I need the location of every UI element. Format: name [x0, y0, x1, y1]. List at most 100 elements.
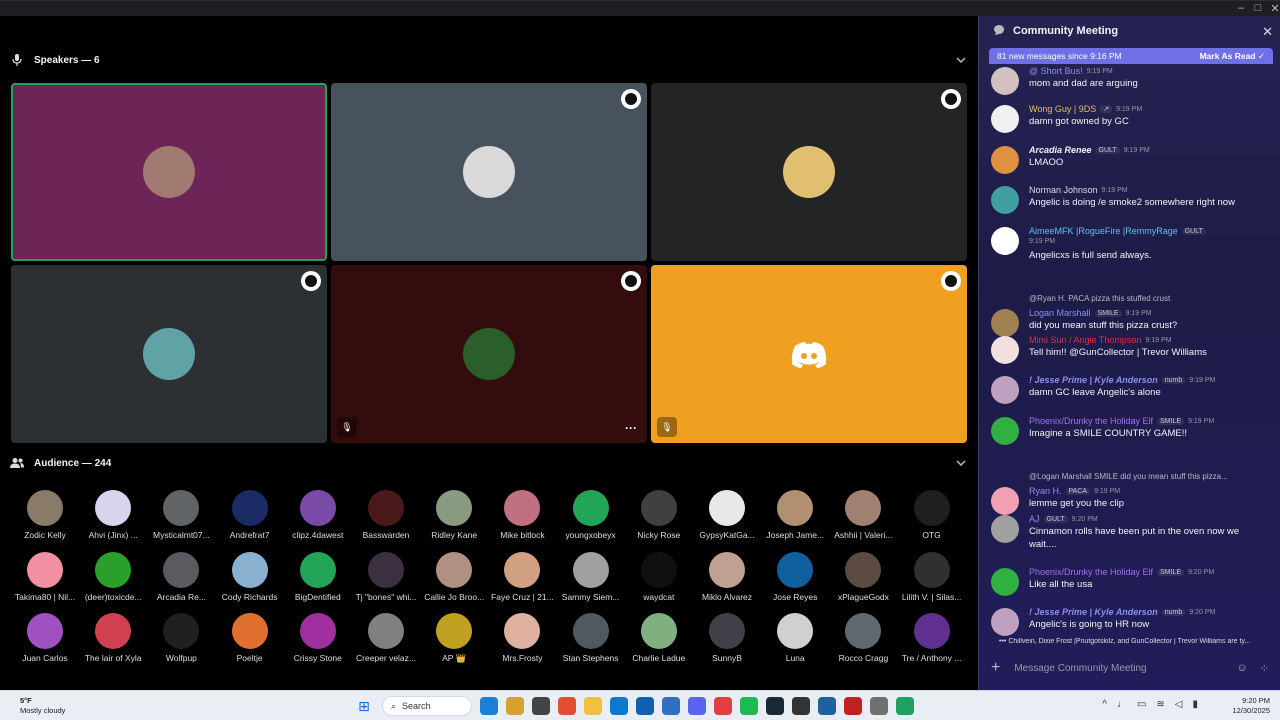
reply-reference[interactable]: @Logan Marshall SMILE did you mean stuff…: [1029, 472, 1228, 481]
taskbar-app-icon[interactable]: [688, 697, 706, 715]
audience-member[interactable]: Faye Cruz | 21...: [488, 551, 556, 602]
audience-header[interactable]: Audience — 244: [10, 453, 111, 473]
taskbar-app-icon[interactable]: [506, 697, 524, 715]
author-name[interactable]: Mimi Sun / Angie Thompson: [1029, 335, 1141, 345]
avatar[interactable]: [991, 309, 1019, 337]
add-attachment-icon[interactable]: +: [991, 659, 1000, 677]
audience-member[interactable]: BigDentified: [284, 551, 352, 602]
chevron-down-icon[interactable]: [954, 53, 968, 67]
audience-member[interactable]: Zodic Kelly: [11, 490, 79, 540]
message-composer[interactable]: + Message Community Meeting ☺ ⁘: [991, 656, 1269, 680]
audience-member[interactable]: Cody Richards: [216, 551, 284, 602]
audience-member[interactable]: Mysticalmt07...: [147, 490, 215, 540]
audience-member[interactable]: Callie Jo Broo...: [420, 551, 488, 602]
taskbar-app-icon[interactable]: [714, 697, 732, 715]
audience-member[interactable]: The lair of Xyla: [79, 613, 147, 663]
speaker-tile[interactable]: [331, 83, 647, 261]
speaker-tile[interactable]: [11, 265, 327, 443]
author-name[interactable]: ! Jesse Prime | Kyle Anderson: [1029, 375, 1158, 385]
audience-member[interactable]: Ahvi (Jinx) ...: [79, 490, 147, 540]
taskbar-search[interactable]: ⌕ Search: [382, 696, 472, 716]
wifi-icon[interactable]: ≋: [1156, 699, 1164, 710]
audience-member[interactable]: Creeper velaz...: [352, 613, 420, 663]
audience-member[interactable]: Takima80 | Nil...: [11, 551, 79, 602]
taskbar-app-icon[interactable]: [870, 697, 888, 715]
audience-member[interactable]: Miklo Alvarez: [693, 551, 761, 602]
speakers-header[interactable]: Speakers — 6: [10, 50, 100, 70]
author-name[interactable]: AJ: [1029, 514, 1040, 524]
speaker-tile[interactable]: [651, 83, 967, 261]
audience-member[interactable]: Sammy Siem...: [557, 551, 625, 602]
avatar[interactable]: [991, 336, 1019, 364]
taskbar-app-icon[interactable]: [636, 697, 654, 715]
weather-widget[interactable]: 5°F Mostly cloudy: [20, 696, 65, 716]
audience-member[interactable]: Tj "bones" whi...: [352, 551, 420, 602]
more-options-icon[interactable]: ···: [625, 421, 637, 435]
volume-icon[interactable]: ◁: [1175, 699, 1183, 710]
audience-member[interactable]: xPlagueGodx: [829, 551, 897, 602]
author-name[interactable]: Phoenix/Drunky the Holiday Elf: [1029, 416, 1153, 426]
audience-member[interactable]: Nicky Rose: [625, 490, 693, 540]
close-icon[interactable]: ✕: [1262, 24, 1273, 40]
taskbar-app-icon[interactable]: [792, 697, 810, 715]
audience-member[interactable]: clipz.4dawest: [284, 490, 352, 540]
audience-member[interactable]: Mike bitlock: [488, 490, 556, 540]
audience-member[interactable]: Tre / Anthony ...: [898, 613, 966, 663]
taskbar-app-icon[interactable]: [558, 697, 576, 715]
audience-member[interactable]: Andrefrat7: [216, 490, 284, 540]
taskbar-app-icon[interactable]: [766, 697, 784, 715]
author-name[interactable]: AimeeMFK |RogueFire |RemmyRage: [1029, 226, 1178, 236]
audience-member[interactable]: GypsyKatGa...: [693, 490, 761, 540]
avatar[interactable]: [991, 146, 1019, 174]
microphone-tray-icon[interactable]: ♩: [1117, 699, 1127, 710]
author-name[interactable]: Logan Marshall: [1029, 308, 1091, 318]
avatar[interactable]: [991, 608, 1019, 636]
taskbar-app-icon[interactable]: [584, 697, 602, 715]
taskbar-app-icon[interactable]: [818, 697, 836, 715]
taskbar-app-icon[interactable]: [480, 697, 498, 715]
audience-member[interactable]: (deer)toxicde...: [79, 551, 147, 602]
avatar[interactable]: [991, 186, 1019, 214]
avatar[interactable]: [991, 105, 1019, 133]
audience-member[interactable]: SunnyB: [693, 613, 761, 663]
emoji-icon[interactable]: ☺: [1237, 662, 1248, 675]
audience-member[interactable]: waydcat: [625, 551, 693, 602]
author-name[interactable]: Ryan H.: [1029, 486, 1062, 496]
author-name[interactable]: ! Jesse Prime | Kyle Anderson: [1029, 607, 1158, 617]
avatar[interactable]: [991, 67, 1019, 95]
audience-member[interactable]: Rocco Cragg: [829, 613, 897, 663]
speaker-tile[interactable]: [11, 83, 327, 261]
avatar[interactable]: [991, 417, 1019, 445]
audience-member[interactable]: Basswarden: [352, 490, 420, 540]
avatar[interactable]: [991, 487, 1019, 515]
audience-member[interactable]: Lilith V. | Silas...: [898, 551, 966, 602]
taskbar-app-icon[interactable]: [532, 697, 550, 715]
audience-member[interactable]: Wolfpup: [147, 613, 215, 663]
avatar[interactable]: [991, 515, 1019, 543]
audience-member[interactable]: Mrs.Frosty: [488, 613, 556, 663]
audience-member[interactable]: Poeltje: [216, 613, 284, 663]
avatar[interactable]: [991, 227, 1019, 255]
audience-member[interactable]: Crissy Stone: [284, 613, 352, 663]
author-name[interactable]: Wong Guy | 9DS: [1029, 104, 1096, 114]
minimize-button[interactable]: –: [1232, 2, 1250, 14]
new-messages-bar[interactable]: 81 new messages since 9:16 PM Mark As Re…: [989, 48, 1273, 64]
apps-icon[interactable]: ⁘: [1260, 662, 1269, 675]
taskbar-app-icon[interactable]: [610, 697, 628, 715]
display-icon[interactable]: ▭: [1137, 699, 1146, 710]
audience-member[interactable]: Jose Reyes: [761, 551, 829, 602]
speaker-tile[interactable]: 🎙 ···: [331, 265, 647, 443]
avatar[interactable]: [991, 376, 1019, 404]
chevron-up-icon[interactable]: ^: [1102, 699, 1107, 710]
audience-member[interactable]: Charlie Ladue: [625, 613, 693, 663]
audience-member[interactable]: OTG: [898, 490, 966, 540]
taskbar-app-icon[interactable]: [662, 697, 680, 715]
avatar[interactable]: [991, 568, 1019, 596]
reply-reference[interactable]: @Ryan H. PACA pizza this stuffed crust: [1029, 294, 1170, 303]
taskbar-app-icon[interactable]: [740, 697, 758, 715]
clock[interactable]: 9:20 PM 12/30/2025: [1232, 696, 1270, 716]
audience-member[interactable]: Ashhii | Valeri...: [829, 490, 897, 540]
audience-member[interactable]: Stan Stephens: [557, 613, 625, 663]
chevron-down-icon[interactable]: [954, 456, 968, 470]
taskbar-app-icon[interactable]: [844, 697, 862, 715]
